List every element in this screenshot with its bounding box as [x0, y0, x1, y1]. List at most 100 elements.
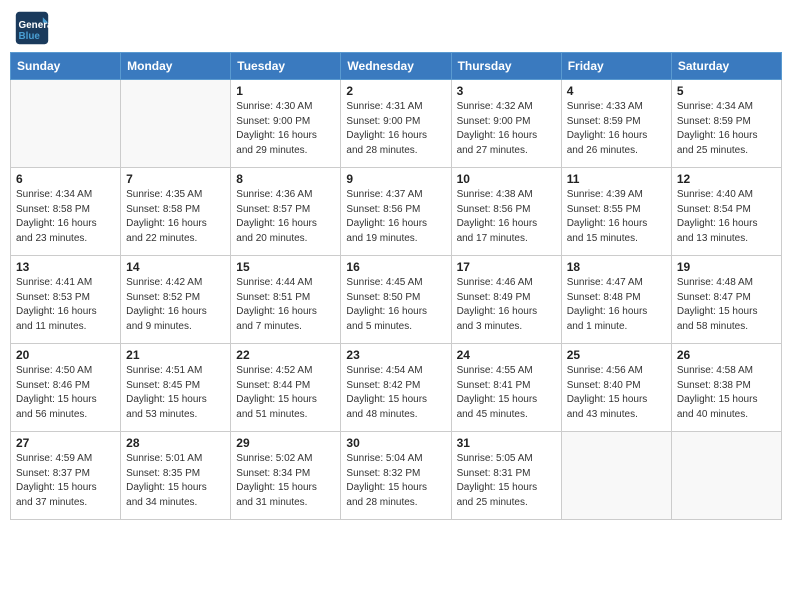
- day-number: 7: [126, 172, 225, 186]
- calendar-header-monday: Monday: [121, 53, 231, 80]
- day-info: Sunrise: 4:55 AM Sunset: 8:41 PM Dayligh…: [457, 364, 556, 422]
- day-info: Sunrise: 4:59 AM Sunset: 8:37 PM Dayligh…: [16, 452, 115, 510]
- calendar-cell: 27 Sunrise: 4:59 AM Sunset: 8:37 PM Dayli…: [11, 432, 121, 520]
- day-info: Sunrise: 4:32 AM Sunset: 9:00 PM Dayligh…: [457, 100, 556, 158]
- calendar-cell: 5 Sunrise: 4:34 AM Sunset: 8:59 PM Daylig…: [671, 80, 781, 168]
- day-info: Sunrise: 4:41 AM Sunset: 8:53 PM Dayligh…: [16, 276, 115, 334]
- day-info: Sunrise: 4:47 AM Sunset: 8:48 PM Dayligh…: [567, 276, 666, 334]
- calendar-cell: 9 Sunrise: 4:37 AM Sunset: 8:56 PM Daylig…: [341, 168, 451, 256]
- day-info: Sunrise: 5:04 AM Sunset: 8:32 PM Dayligh…: [346, 452, 445, 510]
- day-number: 31: [457, 436, 556, 450]
- day-number: 8: [236, 172, 335, 186]
- day-info: Sunrise: 4:34 AM Sunset: 8:59 PM Dayligh…: [677, 100, 776, 158]
- day-info: Sunrise: 4:36 AM Sunset: 8:57 PM Dayligh…: [236, 188, 335, 246]
- week-row-1: 1 Sunrise: 4:30 AM Sunset: 9:00 PM Daylig…: [11, 80, 782, 168]
- week-row-2: 6 Sunrise: 4:34 AM Sunset: 8:58 PM Daylig…: [11, 168, 782, 256]
- calendar-cell: [671, 432, 781, 520]
- calendar-cell: 28Sunrise: 5:01 AM Sunset: 8:35 PM Dayli…: [121, 432, 231, 520]
- week-row-3: 13 Sunrise: 4:41 AM Sunset: 8:53 PM Dayli…: [11, 256, 782, 344]
- day-number: 24: [457, 348, 556, 362]
- day-info: Sunrise: 4:50 AM Sunset: 8:46 PM Dayligh…: [16, 364, 115, 422]
- day-info: Sunrise: 4:44 AM Sunset: 8:51 PM Dayligh…: [236, 276, 335, 334]
- calendar-cell: 29 Sunrise: 5:02 AM Sunset: 8:34 PM Dayli…: [231, 432, 341, 520]
- day-number: 26: [677, 348, 776, 362]
- calendar-cell: 21Sunrise: 4:51 AM Sunset: 8:45 PM Dayli…: [121, 344, 231, 432]
- day-number: 14: [126, 260, 225, 274]
- calendar-cell: 17Sunrise: 4:46 AM Sunset: 8:49 PM Dayli…: [451, 256, 561, 344]
- day-number: 4: [567, 84, 666, 98]
- day-info: Sunrise: 4:35 AM Sunset: 8:58 PM Dayligh…: [126, 188, 225, 246]
- calendar-cell: 30 Sunrise: 5:04 AM Sunset: 8:32 PM Dayli…: [341, 432, 451, 520]
- svg-text:Blue: Blue: [19, 31, 41, 42]
- day-number: 10: [457, 172, 556, 186]
- day-info: Sunrise: 4:52 AM Sunset: 8:44 PM Dayligh…: [236, 364, 335, 422]
- calendar-cell: [561, 432, 671, 520]
- calendar-cell: 19Sunrise: 4:48 AM Sunset: 8:47 PM Dayli…: [671, 256, 781, 344]
- day-number: 15: [236, 260, 335, 274]
- day-number: 2: [346, 84, 445, 98]
- day-number: 20: [16, 348, 115, 362]
- day-info: Sunrise: 5:01 AM Sunset: 8:35 PM Dayligh…: [126, 452, 225, 510]
- calendar-cell: 23 Sunrise: 4:54 AM Sunset: 8:42 PM Dayli…: [341, 344, 451, 432]
- calendar-cell: 3 Sunrise: 4:32 AM Sunset: 9:00 PM Daylig…: [451, 80, 561, 168]
- week-row-4: 20 Sunrise: 4:50 AM Sunset: 8:46 PM Dayli…: [11, 344, 782, 432]
- day-number: 9: [346, 172, 445, 186]
- calendar-header-thursday: Thursday: [451, 53, 561, 80]
- calendar-cell: 16 Sunrise: 4:45 AM Sunset: 8:50 PM Dayli…: [341, 256, 451, 344]
- calendar-cell: 11 Sunrise: 4:39 AM Sunset: 8:55 PM Dayli…: [561, 168, 671, 256]
- calendar-cell: 1 Sunrise: 4:30 AM Sunset: 9:00 PM Daylig…: [231, 80, 341, 168]
- day-number: 11: [567, 172, 666, 186]
- day-number: 3: [457, 84, 556, 98]
- day-info: Sunrise: 4:40 AM Sunset: 8:54 PM Dayligh…: [677, 188, 776, 246]
- day-number: 18: [567, 260, 666, 274]
- day-info: Sunrise: 4:37 AM Sunset: 8:56 PM Dayligh…: [346, 188, 445, 246]
- day-info: Sunrise: 4:38 AM Sunset: 8:56 PM Dayligh…: [457, 188, 556, 246]
- day-info: Sunrise: 4:56 AM Sunset: 8:40 PM Dayligh…: [567, 364, 666, 422]
- day-number: 6: [16, 172, 115, 186]
- logo: General Blue: [14, 10, 54, 46]
- day-number: 23: [346, 348, 445, 362]
- calendar-cell: 18 Sunrise: 4:47 AM Sunset: 8:48 PM Dayli…: [561, 256, 671, 344]
- day-info: Sunrise: 4:48 AM Sunset: 8:47 PM Dayligh…: [677, 276, 776, 334]
- day-info: Sunrise: 4:31 AM Sunset: 9:00 PM Dayligh…: [346, 100, 445, 158]
- calendar-cell: 8 Sunrise: 4:36 AM Sunset: 8:57 PM Daylig…: [231, 168, 341, 256]
- calendar-cell: 22 Sunrise: 4:52 AM Sunset: 8:44 PM Dayli…: [231, 344, 341, 432]
- day-info: Sunrise: 4:58 AM Sunset: 8:38 PM Dayligh…: [677, 364, 776, 422]
- day-number: 21: [126, 348, 225, 362]
- day-number: 5: [677, 84, 776, 98]
- day-info: Sunrise: 5:05 AM Sunset: 8:31 PM Dayligh…: [457, 452, 556, 510]
- calendar-cell: 14 Sunrise: 4:42 AM Sunset: 8:52 PM Dayli…: [121, 256, 231, 344]
- calendar-cell: 6 Sunrise: 4:34 AM Sunset: 8:58 PM Daylig…: [11, 168, 121, 256]
- logo-icon: General Blue: [14, 10, 50, 46]
- calendar-header-friday: Friday: [561, 53, 671, 80]
- calendar-cell: 10 Sunrise: 4:38 AM Sunset: 8:56 PM Dayli…: [451, 168, 561, 256]
- day-number: 22: [236, 348, 335, 362]
- day-number: 1: [236, 84, 335, 98]
- day-number: 29: [236, 436, 335, 450]
- day-number: 30: [346, 436, 445, 450]
- day-number: 13: [16, 260, 115, 274]
- calendar-cell: [11, 80, 121, 168]
- day-info: Sunrise: 4:46 AM Sunset: 8:49 PM Dayligh…: [457, 276, 556, 334]
- calendar-cell: 31 Sunrise: 5:05 AM Sunset: 8:31 PM Dayli…: [451, 432, 561, 520]
- day-info: Sunrise: 4:42 AM Sunset: 8:52 PM Dayligh…: [126, 276, 225, 334]
- day-info: Sunrise: 4:45 AM Sunset: 8:50 PM Dayligh…: [346, 276, 445, 334]
- day-number: 27: [16, 436, 115, 450]
- day-info: Sunrise: 4:30 AM Sunset: 9:00 PM Dayligh…: [236, 100, 335, 158]
- calendar-cell: [121, 80, 231, 168]
- week-row-5: 27 Sunrise: 4:59 AM Sunset: 8:37 PM Dayli…: [11, 432, 782, 520]
- calendar-header-sunday: Sunday: [11, 53, 121, 80]
- calendar-cell: 24 Sunrise: 4:55 AM Sunset: 8:41 PM Dayli…: [451, 344, 561, 432]
- calendar-cell: 26 Sunrise: 4:58 AM Sunset: 8:38 PM Dayli…: [671, 344, 781, 432]
- calendar-header-wednesday: Wednesday: [341, 53, 451, 80]
- calendar-header-row: SundayMondayTuesdayWednesdayThursdayFrid…: [11, 53, 782, 80]
- calendar-table: SundayMondayTuesdayWednesdayThursdayFrid…: [10, 52, 782, 520]
- page-header: General Blue: [10, 10, 782, 46]
- calendar-cell: 20 Sunrise: 4:50 AM Sunset: 8:46 PM Dayli…: [11, 344, 121, 432]
- calendar-cell: 25Sunrise: 4:56 AM Sunset: 8:40 PM Dayli…: [561, 344, 671, 432]
- day-info: Sunrise: 4:34 AM Sunset: 8:58 PM Dayligh…: [16, 188, 115, 246]
- day-number: 16: [346, 260, 445, 274]
- day-info: Sunrise: 4:54 AM Sunset: 8:42 PM Dayligh…: [346, 364, 445, 422]
- day-info: Sunrise: 5:02 AM Sunset: 8:34 PM Dayligh…: [236, 452, 335, 510]
- day-info: Sunrise: 4:39 AM Sunset: 8:55 PM Dayligh…: [567, 188, 666, 246]
